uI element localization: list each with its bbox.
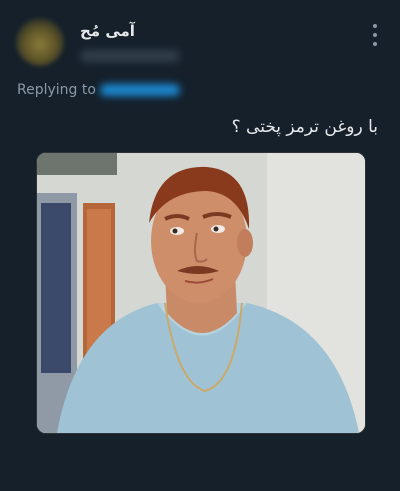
author-handle-blurred	[80, 50, 180, 62]
tweet-text: با روغن ترمز پختی ؟	[231, 117, 378, 137]
tweet-card[interactable]: آمی مُح Replying to با روغن ترمز پختی ؟	[0, 0, 400, 491]
photo-illustration	[37, 153, 365, 433]
author-name[interactable]: آمی مُح	[80, 22, 135, 40]
reply-handle-blurred[interactable]	[99, 84, 180, 96]
tweet-photo[interactable]	[36, 152, 366, 434]
replying-to: Replying to	[17, 82, 180, 98]
more-options-icon[interactable]	[372, 24, 378, 46]
replying-to-label: Replying to	[17, 82, 96, 98]
author-avatar[interactable]	[16, 18, 64, 66]
